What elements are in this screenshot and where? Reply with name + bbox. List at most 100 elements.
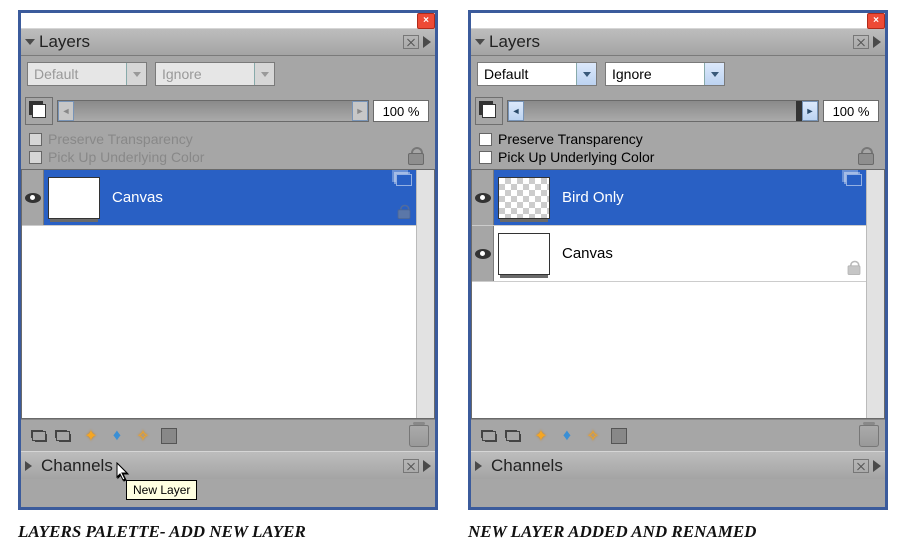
new-adjustment-button[interactable]: ✧ (131, 424, 155, 448)
layers-palette-left: × Layers Default Ignore ◄ ► 100 % Preser… (18, 10, 438, 510)
palette-menu-icon[interactable] (873, 460, 881, 472)
blend-mode-dropdown[interactable]: Default (27, 62, 147, 86)
layer-thumbnail[interactable] (494, 173, 554, 223)
window-close-button[interactable]: × (417, 13, 435, 29)
layer-lock-icon[interactable] (395, 203, 413, 219)
caption-right: New Layer Added and Renamed (468, 522, 756, 542)
layer-stack-icon (396, 174, 412, 186)
opacity-input[interactable]: 100 % (373, 100, 429, 122)
layer-list: Canvas (21, 169, 435, 419)
checkbox-icon (29, 133, 42, 146)
layer-row[interactable]: Canvas (472, 226, 884, 282)
collapse-toggle-icon[interactable] (475, 39, 485, 49)
layer-name-label[interactable]: Canvas (104, 189, 374, 206)
preserve-transparency-label: Preserve Transparency (498, 131, 643, 147)
channels-header[interactable]: Channels (471, 451, 885, 479)
palette-menu-icon[interactable] (423, 460, 431, 472)
window-close-button[interactable]: × (867, 13, 885, 29)
layer-thumbnail[interactable] (44, 173, 104, 223)
composite-dropdown[interactable]: Ignore (155, 62, 275, 86)
channels-title: Channels (491, 456, 849, 476)
visibility-toggle[interactable] (472, 226, 494, 281)
palette-title: Layers (39, 32, 399, 52)
palette-menu-icon[interactable] (423, 36, 431, 48)
palette-footer: ✦ ♦ ✧ (471, 419, 885, 451)
vertical-scrollbar[interactable] (866, 170, 884, 418)
thumbnail-button[interactable] (607, 424, 631, 448)
delete-layer-button[interactable] (409, 425, 429, 447)
slider-left-arrow-icon[interactable]: ◄ (508, 101, 524, 121)
lock-icon[interactable] (855, 145, 877, 165)
layer-indicator-icon[interactable] (475, 97, 503, 125)
layer-row[interactable]: Bird Only (472, 170, 884, 226)
layer-to-group-button[interactable] (503, 424, 527, 448)
thumbnail-image (498, 177, 550, 219)
window-titlebar: × (21, 13, 435, 28)
slider-right-arrow-icon[interactable]: ► (352, 101, 368, 121)
vertical-scrollbar[interactable] (416, 170, 434, 418)
thumbnail-image (498, 233, 550, 275)
new-mask-button[interactable]: ♦ (105, 424, 129, 448)
new-group-button[interactable] (27, 424, 51, 448)
new-adjustment-button[interactable]: ✧ (581, 424, 605, 448)
blend-mode-value: Default (34, 66, 78, 82)
expand-toggle-icon (475, 461, 487, 471)
opacity-slider[interactable]: ◄ ► (57, 100, 369, 122)
chevron-down-icon (576, 63, 596, 85)
channels-title: Channels (41, 456, 399, 476)
slider-right-arrow-icon[interactable]: ► (802, 101, 818, 121)
thumbnail-button[interactable] (157, 424, 181, 448)
composite-value: Ignore (162, 66, 202, 82)
preserve-transparency-checkbox[interactable]: Preserve Transparency (479, 131, 654, 147)
palette-header: Layers (471, 28, 885, 56)
palette-close-icon[interactable] (403, 459, 419, 473)
chevron-down-icon (126, 63, 146, 85)
collapse-toggle-icon[interactable] (25, 39, 35, 49)
layer-thumbnail[interactable] (494, 229, 554, 279)
opacity-row: ◄ ► 100 % (471, 92, 885, 130)
delete-layer-button[interactable] (859, 425, 879, 447)
pickup-color-checkbox[interactable]: Pick Up Underlying Color (479, 149, 654, 165)
visibility-toggle[interactable] (472, 170, 494, 225)
visibility-toggle[interactable] (22, 170, 44, 225)
blend-mode-row: Default Ignore (471, 56, 885, 92)
palette-close-icon[interactable] (853, 35, 869, 49)
layer-row[interactable]: Canvas (22, 170, 434, 226)
palette-close-icon[interactable] (853, 459, 869, 473)
chevron-down-icon (254, 63, 274, 85)
palette-close-icon[interactable] (403, 35, 419, 49)
lock-icon[interactable] (405, 145, 427, 165)
pickup-color-label: Pick Up Underlying Color (48, 149, 204, 165)
palette-header: Layers (21, 28, 435, 56)
new-layer-button[interactable]: ✦ (79, 424, 103, 448)
expand-toggle-icon (25, 461, 37, 471)
pickup-color-checkbox[interactable]: Pick Up Underlying Color (29, 149, 204, 165)
preserve-transparency-checkbox[interactable]: Preserve Transparency (29, 131, 204, 147)
layer-lock-icon[interactable] (845, 259, 863, 275)
blend-mode-dropdown[interactable]: Default (477, 62, 597, 86)
opacity-input[interactable]: 100 % (823, 100, 879, 122)
slider-left-arrow-icon[interactable]: ◄ (58, 101, 74, 121)
new-layer-button[interactable]: ✦ (529, 424, 553, 448)
layer-indicator-icon[interactable] (25, 97, 53, 125)
layers-palette-right: × Layers Default Ignore ◄ ► 100 % Pre (468, 10, 888, 510)
palette-footer: ✦ ♦ ✧ (21, 419, 435, 451)
layer-name-label[interactable]: Bird Only (554, 189, 824, 206)
eye-icon (475, 193, 491, 203)
composite-dropdown[interactable]: Ignore (605, 62, 725, 86)
blend-mode-row: Default Ignore (21, 56, 435, 92)
pickup-color-label: Pick Up Underlying Color (498, 149, 654, 165)
opacity-slider[interactable]: ◄ ► (507, 100, 819, 122)
checkbox-icon (29, 151, 42, 164)
layer-name-label[interactable]: Canvas (554, 245, 824, 262)
thumbnail-image (48, 177, 100, 219)
new-group-button[interactable] (477, 424, 501, 448)
preserve-transparency-label: Preserve Transparency (48, 131, 193, 147)
layer-to-group-button[interactable] (53, 424, 77, 448)
caption-left: Layers Palette- Add New Layer (18, 522, 306, 542)
new-mask-button[interactable]: ♦ (555, 424, 579, 448)
channels-header[interactable]: Channels (21, 451, 435, 479)
palette-menu-icon[interactable] (873, 36, 881, 48)
blend-mode-value: Default (484, 66, 528, 82)
layer-options-row: Preserve Transparency Pick Up Underlying… (21, 130, 435, 169)
